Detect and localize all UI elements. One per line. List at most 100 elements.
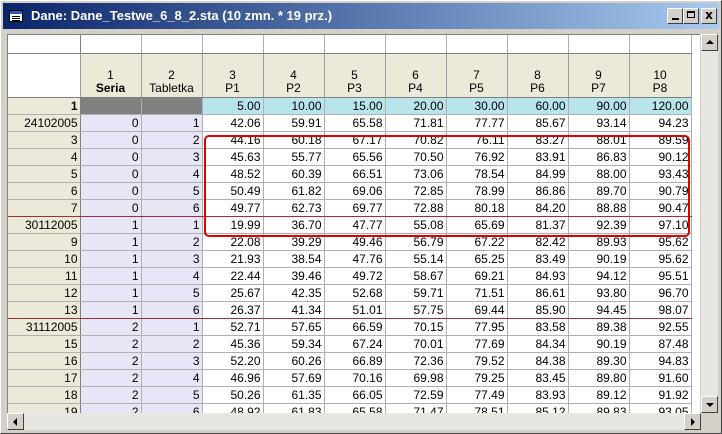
grid-cell[interactable]: 66.05 bbox=[324, 386, 386, 404]
grid-cell[interactable]: 0 bbox=[80, 114, 142, 132]
grid-cell[interactable]: 52.20 bbox=[202, 352, 264, 370]
column-header[interactable]: 10 P8 bbox=[629, 53, 692, 98]
grid-cell[interactable]: 71.51 bbox=[446, 284, 508, 302]
grid-cell[interactable]: 1 bbox=[80, 267, 142, 285]
column-header[interactable]: 6 P4 bbox=[385, 53, 447, 98]
grid-cell[interactable]: 6 bbox=[141, 301, 203, 319]
scroll-right-button[interactable] bbox=[684, 413, 701, 430]
grid-cell[interactable]: 60.18 bbox=[263, 131, 325, 149]
grid-cell[interactable]: 51.01 bbox=[324, 301, 386, 319]
grid-cell[interactable]: 93.80 bbox=[568, 284, 630, 302]
grid-cell[interactable]: 66.89 bbox=[324, 352, 386, 370]
grid-cell[interactable]: 2 bbox=[80, 335, 142, 353]
grid-cell[interactable]: 90.79 bbox=[629, 182, 692, 200]
grid-cell[interactable]: 120.00 bbox=[629, 97, 692, 115]
grid-cell[interactable]: 67.22 bbox=[446, 233, 508, 251]
grid-cell[interactable]: 89.80 bbox=[568, 369, 630, 387]
grid-cell[interactable]: 72.88 bbox=[385, 199, 447, 217]
grid-cell[interactable]: 5 bbox=[141, 182, 203, 200]
grid-cell[interactable]: 41.34 bbox=[263, 301, 325, 319]
grid-cell[interactable]: 89.59 bbox=[629, 131, 692, 149]
grid-cell[interactable]: 89.12 bbox=[568, 386, 630, 404]
grid-cell[interactable]: 49.72 bbox=[324, 267, 386, 285]
row-header[interactable]: 7 bbox=[8, 199, 81, 217]
column-header[interactable]: 3 P1 bbox=[202, 53, 264, 98]
column-header[interactable]: 2 Tabletka bbox=[141, 53, 203, 98]
grid-cell[interactable]: 95.51 bbox=[629, 267, 692, 285]
grid-cell[interactable]: 60.00 bbox=[507, 97, 569, 115]
minimize-button[interactable] bbox=[667, 8, 683, 24]
title-bar[interactable]: Dane: Dane_Testwe_6_8_2.sta (10 zmn. * 1… bbox=[3, 3, 719, 29]
grid-cell[interactable]: 3 bbox=[141, 250, 203, 268]
grid-cell[interactable]: 93.14 bbox=[568, 114, 630, 132]
grid-cell[interactable]: 73.06 bbox=[385, 165, 447, 183]
grid-cell[interactable]: 39.46 bbox=[263, 267, 325, 285]
grid-cell[interactable]: 79.52 bbox=[446, 352, 508, 370]
blank-cell[interactable] bbox=[507, 35, 569, 54]
row-header[interactable]: 9 bbox=[8, 233, 81, 251]
grid-cell[interactable]: 65.25 bbox=[446, 250, 508, 268]
grid-cell[interactable]: 83.49 bbox=[507, 250, 569, 268]
grid-cell[interactable]: 48.52 bbox=[202, 165, 264, 183]
grid-cell[interactable]: 85.90 bbox=[507, 301, 569, 319]
grid-cell[interactable]: 66.51 bbox=[324, 165, 386, 183]
grid-cell[interactable]: 65.58 bbox=[324, 114, 386, 132]
grid-cell[interactable]: 45.63 bbox=[202, 148, 264, 166]
grid-cell[interactable]: 96.70 bbox=[629, 284, 692, 302]
grid-cell[interactable]: 77.77 bbox=[446, 114, 508, 132]
grid-cell[interactable]: 69.44 bbox=[446, 301, 508, 319]
grid-cell[interactable]: 83.45 bbox=[507, 369, 569, 387]
grid-cell[interactable]: 90.12 bbox=[629, 148, 692, 166]
grid-cell[interactable]: 6 bbox=[141, 199, 203, 217]
close-button[interactable]: x bbox=[701, 8, 717, 24]
grid-cell[interactable]: 94.83 bbox=[629, 352, 692, 370]
grid-cell[interactable]: 91.92 bbox=[629, 386, 692, 404]
grid-cell[interactable]: 67.17 bbox=[324, 131, 386, 149]
grid-cell[interactable]: 70.15 bbox=[385, 318, 447, 336]
row-header[interactable]: 13 bbox=[8, 301, 81, 319]
grid-cell[interactable]: 72.36 bbox=[385, 352, 447, 370]
grid-cell[interactable]: 89.70 bbox=[568, 182, 630, 200]
grid-cell[interactable]: 72.59 bbox=[385, 386, 447, 404]
grid-cell[interactable]: 71.81 bbox=[385, 114, 447, 132]
grid-cell[interactable]: 84.34 bbox=[507, 335, 569, 353]
grid-cell[interactable]: 88.88 bbox=[568, 199, 630, 217]
grid-cell[interactable]: 84.38 bbox=[507, 352, 569, 370]
blank-cell[interactable] bbox=[80, 35, 142, 54]
grid-cell[interactable]: 57.75 bbox=[385, 301, 447, 319]
grid-cell[interactable]: 0 bbox=[80, 182, 142, 200]
row-header[interactable]: 5 bbox=[8, 165, 81, 183]
grid-cell[interactable]: 82.42 bbox=[507, 233, 569, 251]
column-header[interactable]: 4 P2 bbox=[263, 53, 325, 98]
grid-cell[interactable]: 2 bbox=[141, 233, 203, 251]
row-header[interactable]: 1 bbox=[8, 97, 81, 115]
grid-cell[interactable]: 42.35 bbox=[263, 284, 325, 302]
grid-cell[interactable]: 93.43 bbox=[629, 165, 692, 183]
vertical-scrollbar[interactable] bbox=[701, 34, 718, 413]
grid-cell[interactable]: 69.77 bbox=[324, 199, 386, 217]
grid-cell[interactable]: 0 bbox=[80, 148, 142, 166]
row-header[interactable]: 6 bbox=[8, 182, 81, 200]
column-header[interactable]: 5 P3 bbox=[324, 53, 386, 98]
size-grip[interactable] bbox=[701, 413, 718, 430]
grid-cell[interactable]: 67.24 bbox=[324, 335, 386, 353]
grid-cell[interactable]: 94.45 bbox=[568, 301, 630, 319]
grid-cell[interactable]: 86.86 bbox=[507, 182, 569, 200]
row-header[interactable]: 15 bbox=[8, 335, 81, 353]
grid-cell[interactable]: 65.69 bbox=[446, 216, 508, 234]
grid-cell[interactable]: 62.73 bbox=[263, 199, 325, 217]
grid-cell[interactable]: 77.49 bbox=[446, 386, 508, 404]
row-header[interactable]: 16 bbox=[8, 352, 81, 370]
grid-cell[interactable]: 49.46 bbox=[324, 233, 386, 251]
grid-cell[interactable]: 89.38 bbox=[568, 318, 630, 336]
grid-cell[interactable]: 57.65 bbox=[263, 318, 325, 336]
grid-cell[interactable]: 79.25 bbox=[446, 369, 508, 387]
grid-cell[interactable]: 30.00 bbox=[446, 97, 508, 115]
grid-cell[interactable]: 50.26 bbox=[202, 386, 264, 404]
grid-cell[interactable]: 45.36 bbox=[202, 335, 264, 353]
grid-cell[interactable]: 88.00 bbox=[568, 165, 630, 183]
grid-cell[interactable]: 90.00 bbox=[568, 97, 630, 115]
scroll-down-button[interactable] bbox=[701, 396, 718, 413]
grid-cell[interactable]: 55.08 bbox=[385, 216, 447, 234]
grid-cell[interactable]: 59.71 bbox=[385, 284, 447, 302]
